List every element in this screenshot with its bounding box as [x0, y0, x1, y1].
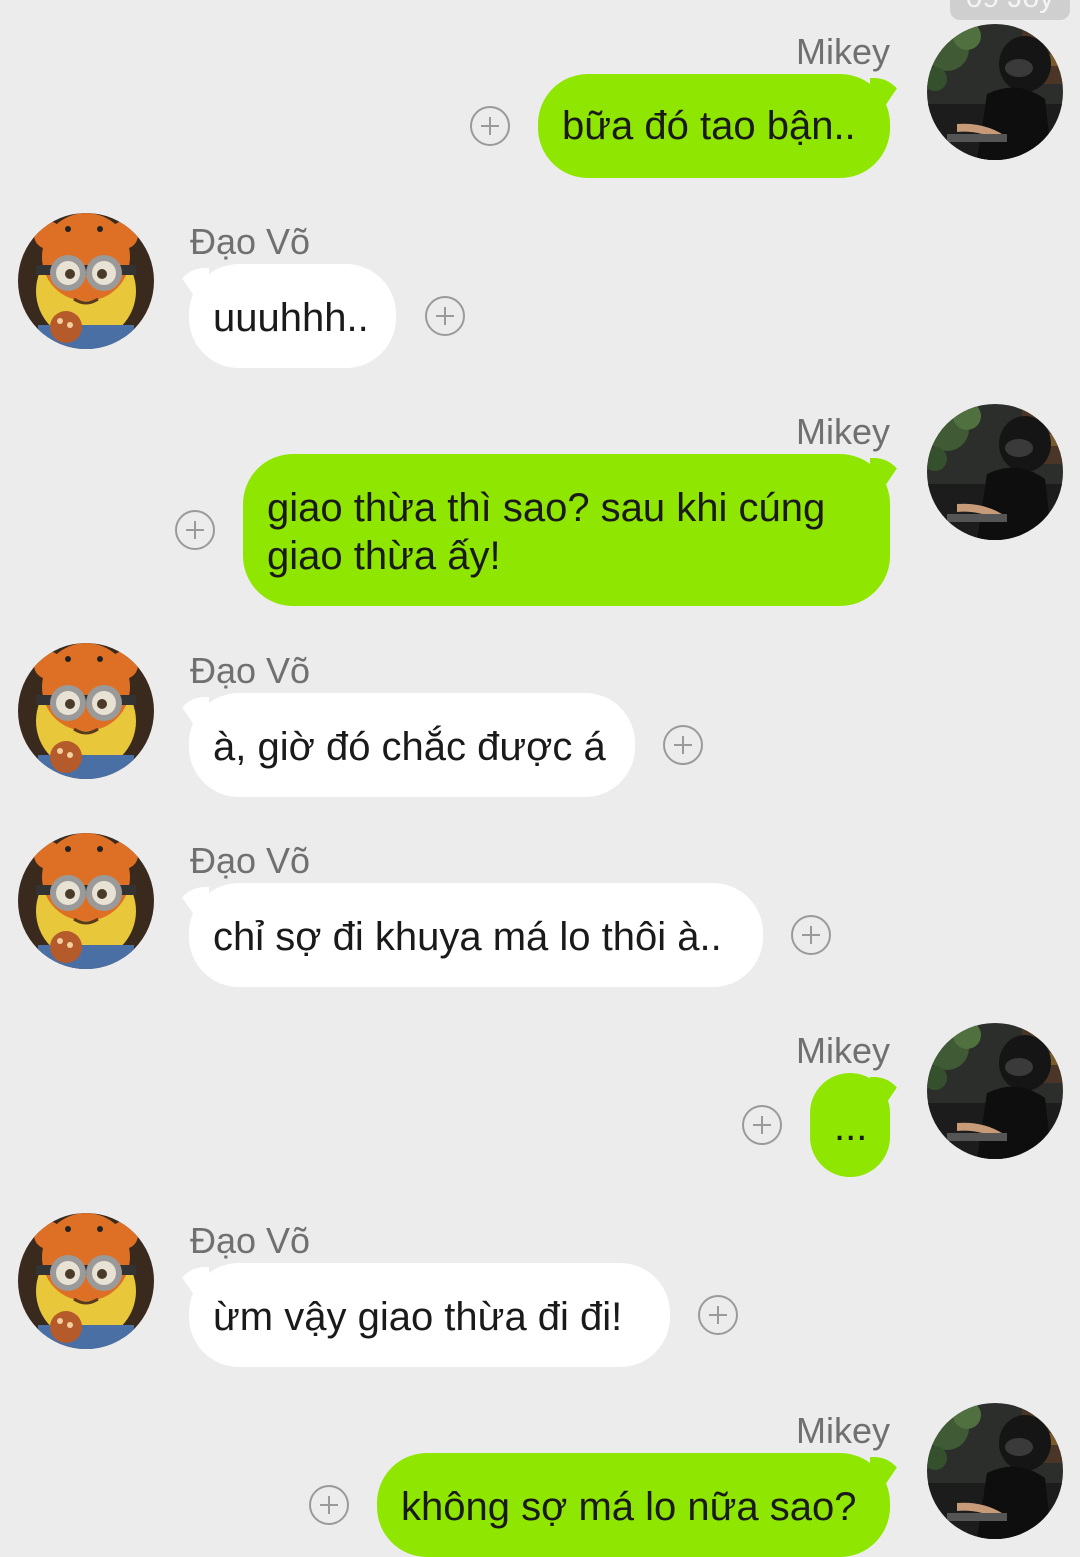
dao-vo-avatar[interactable]	[18, 643, 154, 779]
message-bubble-received[interactable]: à, giờ đó chắc được á	[189, 693, 635, 797]
message-text: ...	[834, 1105, 868, 1149]
mikey-avatar[interactable]	[927, 1023, 1063, 1159]
message-bubble-received[interactable]: chỉ sợ đi khuya má lo thôi à..	[189, 883, 763, 987]
message-text: ừm vậy giao thừa đi đi!	[213, 1295, 623, 1339]
message-text: bữa đó tao bận..	[562, 104, 856, 148]
message-bubble-sent[interactable]: ...	[810, 1073, 890, 1177]
sender-name: Mikey	[795, 31, 890, 72]
sender-name: Đạo Võ	[190, 221, 311, 262]
sender-name: Mikey	[795, 411, 890, 452]
message-text: chỉ sợ đi khuya má lo thôi à..	[213, 915, 722, 959]
dao-vo-avatar[interactable]	[18, 833, 154, 969]
message-bubble-received[interactable]: uuuhhh..	[189, 264, 396, 368]
message-bubble-sent[interactable]: giao thừa thì sao? sau khi cúng giao thừ…	[243, 454, 890, 606]
message-bubble-received[interactable]: ừm vậy giao thừa đi đi!	[189, 1263, 670, 1367]
plus-circle-icon[interactable]	[742, 1105, 782, 1145]
message-text: không sợ má lo nữa sao?	[401, 1485, 857, 1529]
plus-circle-icon[interactable]	[791, 915, 831, 955]
message-text: à, giờ đó chắc được á	[213, 725, 606, 769]
plus-circle-icon[interactable]	[309, 1485, 349, 1525]
mikey-avatar[interactable]	[927, 404, 1063, 540]
mikey-avatar[interactable]	[927, 24, 1063, 160]
message-text-line-1: giao thừa thì sao? sau khi cúng	[267, 486, 826, 530]
plus-circle-icon[interactable]	[425, 296, 465, 336]
plus-circle-icon[interactable]	[470, 106, 510, 146]
plus-circle-icon[interactable]	[175, 510, 215, 550]
dao-vo-avatar[interactable]	[18, 213, 154, 349]
message-bubble-sent[interactable]: bữa đó tao bận..	[538, 74, 890, 178]
sender-name: Đạo Võ	[190, 840, 311, 881]
message-text-line-2: giao thừa ấy!	[267, 534, 501, 578]
sender-name: Mikey	[795, 1410, 890, 1451]
plus-circle-icon[interactable]	[663, 725, 703, 765]
mikey-avatar[interactable]	[927, 1403, 1063, 1539]
sender-name: Đạo Võ	[190, 650, 311, 691]
sender-name: Đạo Võ	[190, 1220, 311, 1261]
plus-circle-icon[interactable]	[698, 1295, 738, 1335]
message-text: uuuhhh..	[213, 296, 369, 340]
sender-name: Mikey	[795, 1030, 890, 1071]
dao-vo-avatar[interactable]	[18, 1213, 154, 1349]
partial-header-label: 09 Joy	[950, 0, 1070, 20]
message-bubble-sent[interactable]: không sợ má lo nữa sao?	[377, 1453, 890, 1557]
